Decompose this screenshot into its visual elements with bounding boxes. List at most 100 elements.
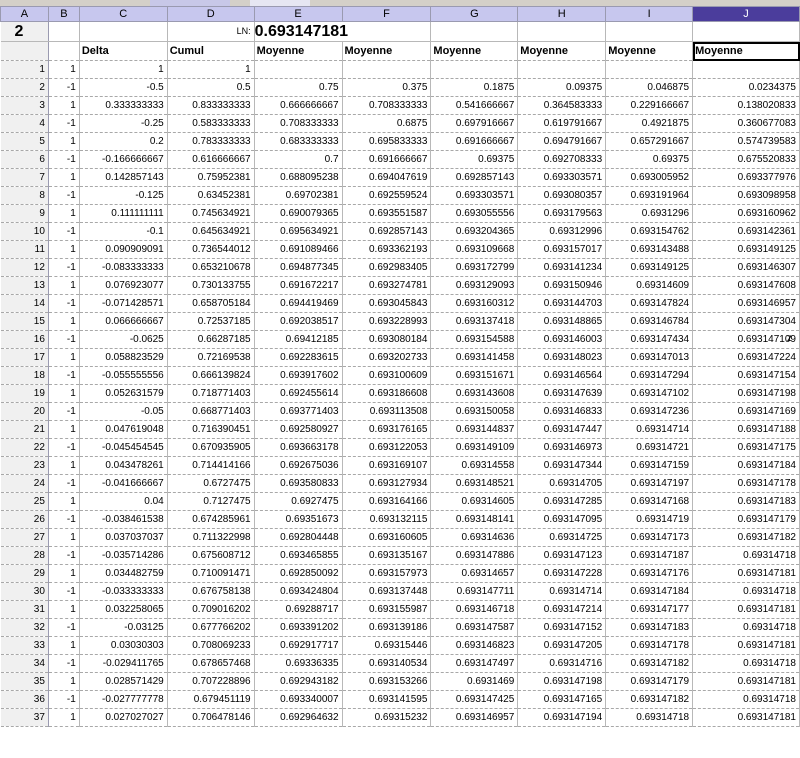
cell-d[interactable]: 0.675608712 [167, 546, 255, 565]
cell-b[interactable]: -1 [48, 78, 80, 97]
cell-h[interactable]: 0.693147639 [517, 384, 607, 403]
cell-f[interactable]: 0.692983405 [342, 258, 432, 277]
cell-d[interactable]: 1 [167, 60, 255, 79]
cell-f[interactable]: 0.693176165 [342, 420, 432, 439]
cell-g[interactable]: 0.69314657 [430, 564, 519, 583]
cell-h[interactable] [517, 60, 607, 79]
cell-i[interactable]: 0.693147824 [605, 294, 694, 313]
cell-e[interactable]: 0.693663178 [254, 438, 343, 457]
cell-e[interactable]: 0.693424804 [254, 582, 343, 601]
header-delta[interactable]: Delta [79, 41, 168, 61]
cell-f[interactable]: 0.693228993 [342, 312, 432, 331]
cell-j1[interactable] [692, 21, 800, 42]
cell-a[interactable]: 12 [0, 258, 49, 277]
cell-b[interactable]: 1 [48, 384, 80, 403]
cell-g[interactable]: 0.693149109 [430, 438, 519, 457]
cell-b[interactable]: -1 [48, 258, 80, 277]
cell-c[interactable]: -0.027777778 [79, 690, 168, 709]
cell-b[interactable]: -1 [48, 114, 80, 133]
cell-h[interactable]: 0.619791667 [517, 114, 607, 133]
cell-j[interactable]: 0.693146307 [692, 258, 800, 277]
cell-h[interactable]: 0.693148023 [517, 348, 607, 367]
cell-f[interactable]: 0.693100609 [342, 366, 432, 385]
cell-j[interactable]: 0.693147178 [692, 474, 800, 493]
cell-g[interactable]: 0.693109668 [430, 240, 519, 259]
cell-i[interactable]: 0.69314714 [605, 420, 694, 439]
cell-i[interactable]: 0.693147184 [605, 582, 694, 601]
cell-h[interactable]: 0.693147285 [517, 492, 607, 511]
cell-f[interactable]: 0.693362193 [342, 240, 432, 259]
cell-e[interactable]: 0.693580833 [254, 474, 343, 493]
cell-j[interactable]: 0.693147181 [692, 672, 800, 691]
cell-i[interactable]: 0.693147179 [605, 672, 694, 691]
cell-a[interactable]: 33 [0, 636, 49, 655]
cell-e[interactable]: 0.69412185 [254, 330, 343, 349]
cell-e[interactable]: 0.690079365 [254, 204, 343, 223]
cell-a[interactable]: 20 [0, 402, 49, 421]
cell-c[interactable]: -0.055555556 [79, 366, 168, 385]
cell-c[interactable]: 0.111111111 [79, 204, 168, 223]
cell-e[interactable]: 0.692850092 [254, 564, 343, 583]
column-header-b[interactable]: B [47, 6, 80, 22]
cell-h[interactable]: 0.693146003 [517, 330, 607, 349]
cell-d[interactable]: 0.674285961 [167, 510, 255, 529]
cell-g[interactable] [430, 60, 519, 79]
cell-b[interactable]: 1 [48, 60, 80, 79]
cell-b[interactable]: 1 [48, 564, 80, 583]
cell-d[interactable]: 0.745634921 [167, 204, 255, 223]
header-cumul[interactable]: Cumul [167, 41, 255, 61]
cell-b[interactable]: 1 [48, 672, 80, 691]
cell-g[interactable]: 0.693303571 [430, 186, 519, 205]
cell-i[interactable]: 0.69314721 [605, 438, 694, 457]
cell-e[interactable]: 0.666666667 [254, 96, 343, 115]
cell-f[interactable] [342, 60, 432, 79]
cell-c[interactable]: 0.052631579 [79, 384, 168, 403]
cell-c[interactable]: -0.25 [79, 114, 168, 133]
cell-b[interactable]: 1 [48, 240, 80, 259]
header-moyenne-g[interactable]: Moyenne [430, 41, 519, 61]
cell-d[interactable]: 0.658705184 [167, 294, 255, 313]
cell-e[interactable]: 0.69288717 [254, 600, 343, 619]
cell-a[interactable]: 35 [0, 672, 49, 691]
cell-c[interactable]: 0.058823529 [79, 348, 168, 367]
cell-i[interactable]: 0.69314718 [605, 708, 694, 727]
cell-h[interactable]: 0.694791667 [517, 132, 607, 151]
cell-b[interactable]: -1 [48, 546, 80, 565]
cell-i[interactable]: 0.693147294 [605, 366, 694, 385]
cell-i[interactable]: 0.693146784 [605, 312, 694, 331]
cell-f[interactable]: 0.693160605 [342, 528, 432, 547]
cell-j[interactable]: 0.69314718 [692, 690, 800, 709]
cell-c[interactable]: 0.333333333 [79, 96, 168, 115]
cell-f[interactable]: 0.693551587 [342, 204, 432, 223]
cell-d[interactable]: 0.668771403 [167, 402, 255, 421]
cell-c[interactable]: -0.03125 [79, 618, 168, 637]
cell-b[interactable]: -1 [48, 186, 80, 205]
cell-d[interactable]: 0.72169538 [167, 348, 255, 367]
cell-b[interactable]: -1 [48, 510, 80, 529]
cell-j[interactable]: 0.693147182 [692, 528, 800, 547]
cell-i[interactable]: 0.693154762 [605, 222, 694, 241]
cell-j[interactable]: 0.574739583 [692, 132, 800, 151]
cell-f[interactable]: 0.693080184 [342, 330, 432, 349]
cell-a[interactable]: 7 [0, 168, 49, 187]
cell-h[interactable]: 0.69314725 [517, 528, 607, 547]
cell-j[interactable] [692, 60, 800, 79]
cell-j[interactable]: 0.693147188 [692, 420, 800, 439]
cell-b[interactable]: -1 [48, 330, 80, 349]
cell-a[interactable]: 21 [0, 420, 49, 439]
cell-h[interactable]: 0.693147152 [517, 618, 607, 637]
cell-b[interactable]: 1 [48, 312, 80, 331]
cell-i[interactable]: 0.693149125 [605, 258, 694, 277]
cell-c[interactable]: -0.038461538 [79, 510, 168, 529]
cell-c[interactable]: 0.047619048 [79, 420, 168, 439]
cell-a[interactable]: 10 [0, 222, 49, 241]
cell-d[interactable]: 0.708069233 [167, 636, 255, 655]
cell-f[interactable]: 0.693169107 [342, 456, 432, 475]
cell-i[interactable]: 0.693147178 [605, 636, 694, 655]
cell-c[interactable]: 0.076923077 [79, 276, 168, 295]
cell-i[interactable]: 0.693147013 [605, 348, 694, 367]
cell-b[interactable]: 1 [48, 528, 80, 547]
cell-e[interactable]: 0.6927475 [254, 492, 343, 511]
cell-h[interactable]: 0.693157017 [517, 240, 607, 259]
header-moyenne-e[interactable]: Moyenne [254, 41, 343, 61]
